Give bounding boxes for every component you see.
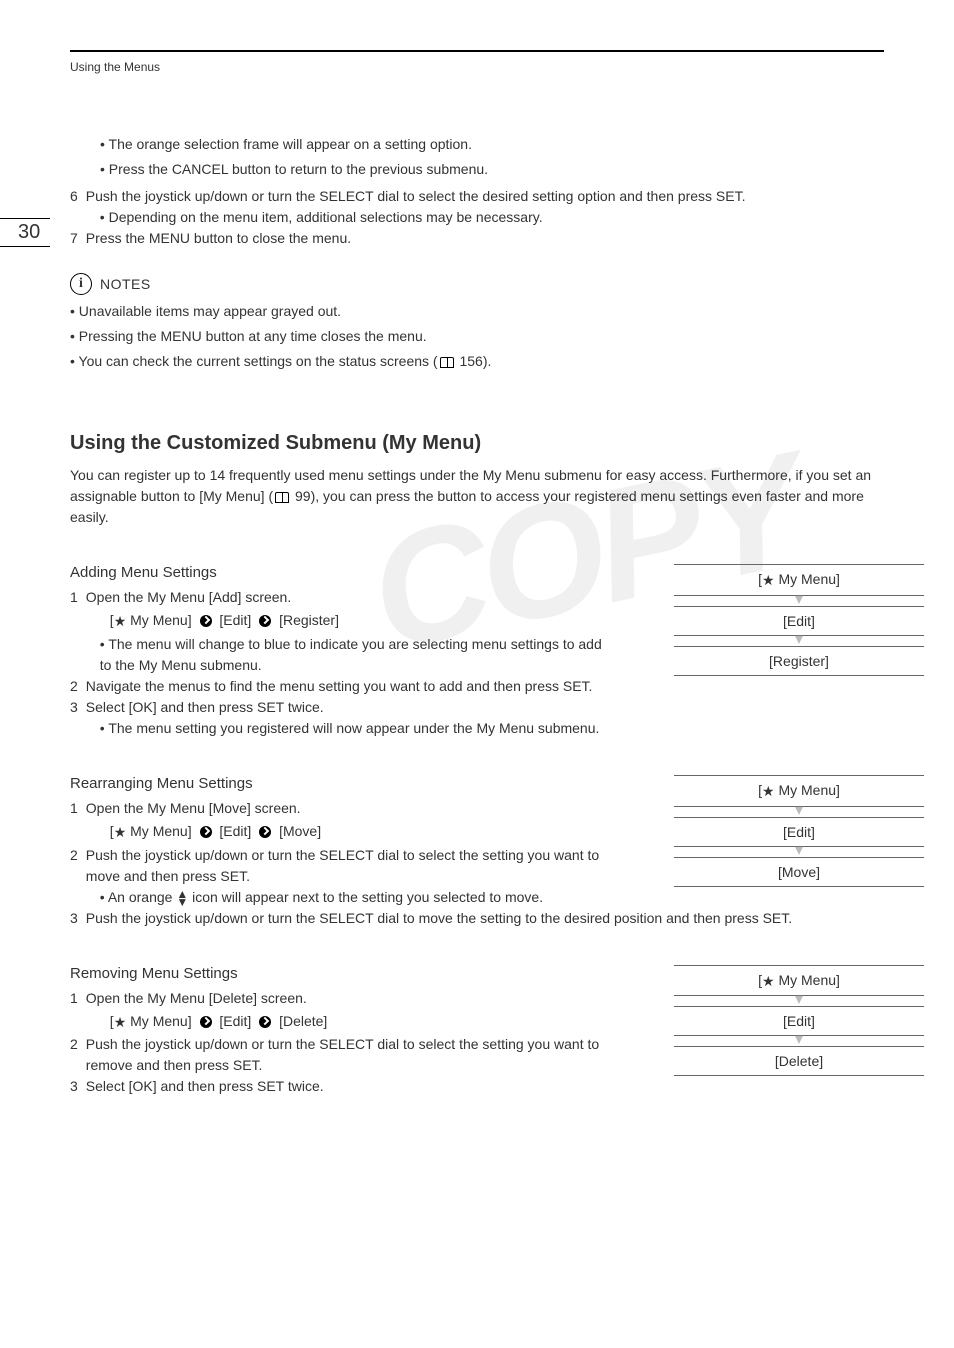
removing-subsection: [★ My Menu] ▾ [Edit] ▾ [Delete] Removing… [70,965,884,1098]
star-icon: ★ [114,824,127,840]
path-row: [Register] [674,646,924,676]
step-number: 7 [70,228,78,249]
path-row: [Delete] [674,1046,924,1076]
path-box-adding: [★ My Menu] ▾ [Edit] ▾ [Register] [674,564,924,676]
rearranging-step-1: 1 Open the My Menu [Move] screen. [★ My … [70,798,610,845]
step-number: 1 [70,587,78,676]
removing-step-1: 1 Open the My Menu [Delete] screen. [★ M… [70,988,610,1035]
step-sub-bullet: Depending on the menu item, additional s… [100,207,884,228]
step-text: Push the joystick up/down or turn the SE… [86,1034,610,1076]
arrow-icon [200,826,212,838]
step-text: Open the My Menu [Add] screen. [86,589,291,605]
path-row: [Move] [674,857,924,887]
page-number: 30 [0,218,50,247]
step-text: Select [OK] and then press SET twice. [86,699,324,715]
step-number: 1 [70,988,78,1035]
intro-bullet: The orange selection frame will appear o… [100,134,884,155]
notes-heading: i NOTES [70,273,884,295]
path-box-removing: [★ My Menu] ▾ [Edit] ▾ [Delete] [674,965,924,1077]
arrow-icon [259,1016,271,1028]
intro-bullets: The orange selection frame will appear o… [100,134,884,180]
path-part: [Edit] [219,823,251,839]
book-icon [275,492,289,503]
star-icon: ★ [762,783,775,799]
note-item: Unavailable items may appear grayed out. [70,301,884,322]
removing-step-2: 2 Push the joystick up/down or turn the … [70,1034,610,1076]
adding-step-3: 3 Select [OK] and then press SET twice. … [70,697,884,739]
step-text: Push the joystick up/down or turn the SE… [86,908,884,929]
arrow-icon [259,826,271,838]
note-text: You can check the current settings on th… [79,353,438,369]
star-icon: ★ [114,1013,127,1029]
step-number: 2 [70,845,78,908]
step-6: 6 Push the joystick up/down or turn the … [70,186,884,228]
rearranging-step-2: 2 Push the joystick up/down or turn the … [70,845,610,908]
step-text: Select [OK] and then press SET twice. [86,1076,610,1097]
sub-title: Adding Menu Settings [70,564,610,581]
arrow-icon [200,1016,212,1028]
section-intro: You can register up to 14 frequently use… [70,465,884,528]
step-text: Open the My Menu [Delete] screen. [86,990,307,1006]
step-text: Push the joystick up/down or turn the SE… [86,188,746,204]
menu-path: [★ My Menu] [Edit] [Register] [110,610,610,632]
step-number: 2 [70,1034,78,1076]
step-number: 1 [70,798,78,845]
step-text: Open the My Menu [Move] screen. [86,800,301,816]
step-sub-bullet: The menu setting you registered will now… [100,718,884,739]
sub-title: Removing Menu Settings [70,965,610,982]
path-part: [Move] [279,823,321,839]
path-part: [Edit] [219,612,251,628]
sub-title: Rearranging Menu Settings [70,775,610,792]
path-part: [Delete] [279,1013,327,1029]
step-text: Press the MENU button to close the menu. [86,228,351,249]
note-ref: 156). [456,353,492,369]
path-part: [Register] [279,612,339,628]
rearranging-step-3: 3 Push the joystick up/down or turn the … [70,908,884,929]
step-number: 3 [70,697,78,739]
star-icon: ★ [762,972,775,988]
step-text: Navigate the menus to find the menu sett… [86,676,610,697]
step-text: Push the joystick up/down or turn the SE… [86,847,599,884]
step-7: 7 Press the MENU button to close the men… [70,228,884,249]
adding-step-1: 1 Open the My Menu [Add] screen. [★ My M… [70,587,610,676]
step-number: 6 [70,186,78,228]
notes-label: NOTES [100,276,151,292]
running-head: Using the Menus [70,60,884,74]
path-part: My Menu] [130,1013,191,1029]
rearranging-subsection: [★ My Menu] ▾ [Edit] ▾ [Move] Rearrangin… [70,775,884,929]
star-icon: ★ [114,613,127,629]
star-icon: ★ [762,572,775,588]
path-label: My Menu] [778,782,839,798]
adding-subsection: [★ My Menu] ▾ [Edit] ▾ [Register] Adding… [70,564,884,739]
step-number: 3 [70,908,78,929]
updown-icon: ▲▼ [176,890,188,906]
arrow-icon [259,615,271,627]
info-icon: i [70,273,92,295]
path-box-rearranging: [★ My Menu] ▾ [Edit] ▾ [Move] [674,775,924,887]
step-number: 3 [70,1076,78,1097]
path-label: My Menu] [778,571,839,587]
section-title: Using the Customized Submenu (My Menu) [70,432,884,455]
notes-list: Unavailable items may appear grayed out.… [70,301,884,372]
arrow-icon [200,615,212,627]
step-number: 2 [70,676,78,697]
page-content: The orange selection frame will appear o… [70,134,884,1097]
sub-text: An orange [108,889,177,905]
sub-text: icon will appear next to the setting you… [188,889,543,905]
path-part: [Edit] [219,1013,251,1029]
path-part: My Menu] [130,612,191,628]
note-item: Pressing the MENU button at any time clo… [70,326,884,347]
step-sub-bullet: The menu will change to blue to indicate… [100,634,610,676]
path-label: My Menu] [778,972,839,988]
intro-bullet: Press the CANCEL button to return to the… [100,159,884,180]
adding-step-2: 2 Navigate the menus to find the menu se… [70,676,610,697]
step-sub-bullet: An orange ▲▼ icon will appear next to th… [100,887,610,908]
menu-path: [★ My Menu] [Edit] [Move] [110,821,610,843]
removing-step-3: 3 Select [OK] and then press SET twice. [70,1076,610,1097]
book-icon [440,357,454,368]
menu-path: [★ My Menu] [Edit] [Delete] [110,1011,610,1033]
note-item: You can check the current settings on th… [70,351,884,372]
path-part: My Menu] [130,823,191,839]
top-rule [70,50,884,52]
